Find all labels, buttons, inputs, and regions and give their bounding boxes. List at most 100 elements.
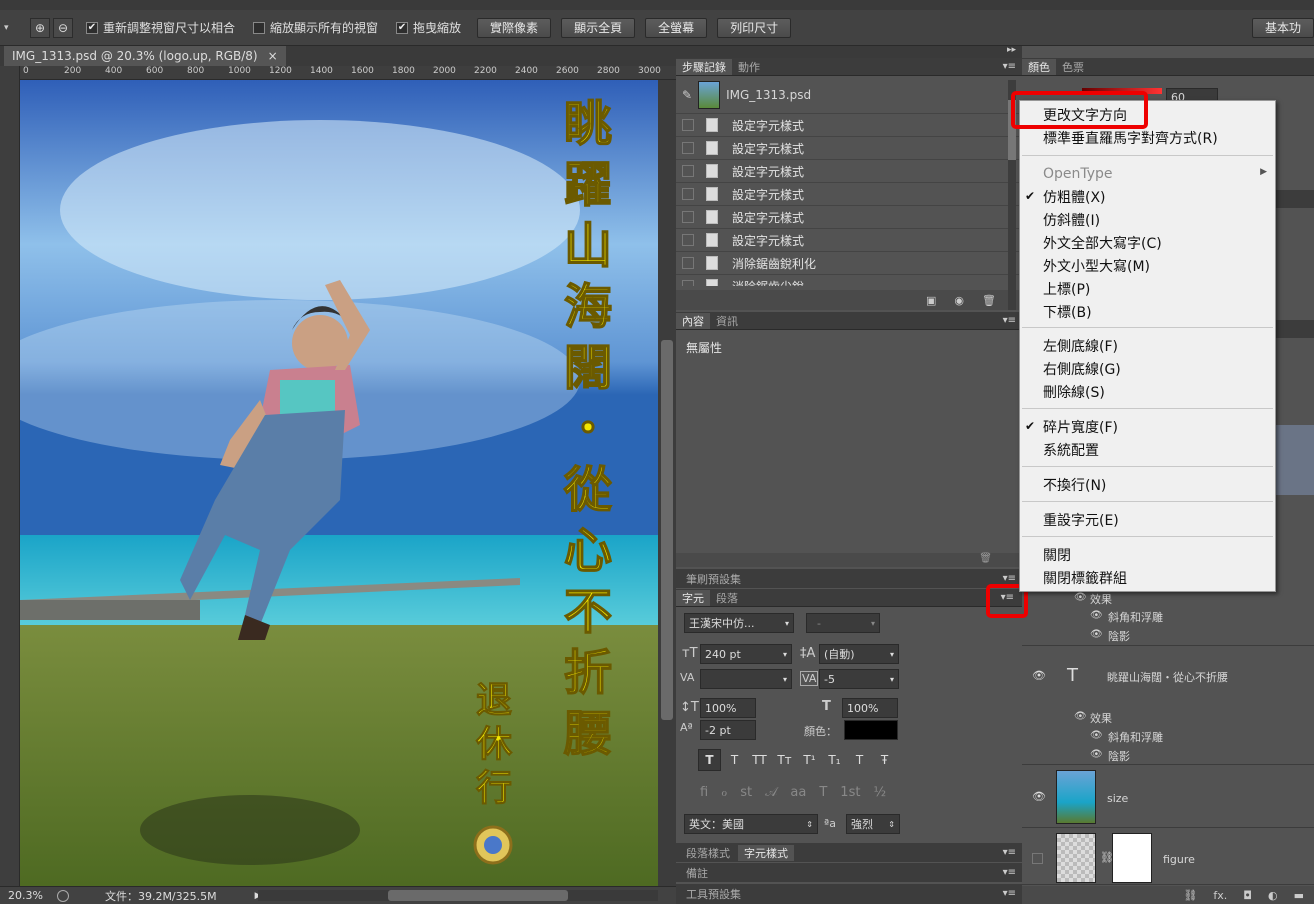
history-item[interactable]: 設定字元樣式 — [676, 229, 1022, 252]
history-item[interactable]: 消除鋸齒銳利化 — [676, 252, 1022, 275]
layer-effects-group-1[interactable]: 👁 效果 👁 斜角和浮雕 👁 陰影 — [1022, 590, 1314, 646]
horizontal-scrollbar[interactable] — [258, 890, 658, 901]
titling-icon[interactable]: T — [819, 785, 827, 800]
visibility-box[interactable] — [1032, 853, 1043, 864]
snapshot-source-checkbox[interactable] — [682, 165, 694, 177]
history-item[interactable]: 設定字元樣式 — [676, 206, 1022, 229]
menu-item[interactable]: 右側底線(G) — [1043, 358, 1121, 380]
discretionary-icon[interactable]: st — [740, 785, 752, 800]
tab-actions[interactable]: 動作 — [732, 59, 766, 75]
tool-dropdown[interactable]: ▾ — [4, 23, 18, 33]
menu-item[interactable]: 上標(P) — [1043, 278, 1090, 300]
history-item[interactable]: 消除鋸齒尖銳 — [676, 275, 1022, 286]
zoom-level[interactable]: 20.3% — [8, 889, 43, 902]
stylistic-icon[interactable]: aa — [790, 785, 806, 800]
kerning-field[interactable]: ▾ — [700, 669, 792, 689]
tab-notes[interactable]: 備註 — [680, 865, 714, 881]
menu-item[interactable]: 重設字元(E) — [1043, 509, 1119, 531]
tracking-field[interactable]: -5 ▾ — [819, 669, 899, 689]
status-menu-icon[interactable] — [56, 889, 69, 902]
text-style-button[interactable]: T — [848, 749, 871, 771]
print-size-button[interactable]: 列印尺寸 — [717, 17, 792, 38]
layer-row-figure[interactable]: ⛓ figure — [1022, 829, 1314, 885]
tab-paragraph[interactable]: 段落 — [710, 590, 744, 606]
menu-item[interactable]: 關閉標籤群組 — [1043, 567, 1127, 589]
document-tab[interactable]: IMG_1313.psd @ 20.3% (logo.up, RGB/8) × — [4, 46, 286, 66]
zoom-all-windows-checkbox[interactable]: 縮放顯示所有的視窗 — [253, 19, 378, 36]
tab-tool-presets[interactable]: 工具預設集 — [680, 886, 747, 902]
panel-menu-icon[interactable]: ▾≡ — [1003, 888, 1016, 899]
eye-icon[interactable]: 👁 — [1090, 629, 1103, 640]
new-group-icon[interactable]: ▬ — [1294, 889, 1304, 902]
text-style-button[interactable]: T¹ — [798, 749, 821, 771]
menu-item[interactable]: 外文全部大寫字(C) — [1043, 232, 1162, 254]
snapshot-source-checkbox[interactable] — [682, 188, 694, 200]
contextual-icon[interactable]: ℴ — [721, 785, 727, 800]
font-size-field[interactable]: 240 pt ▾ — [700, 644, 792, 664]
history-item[interactable]: 設定字元樣式 — [676, 160, 1022, 183]
zoom-out-icon[interactable]: ⊖ — [53, 17, 73, 38]
menu-item[interactable]: 仿粗體(X) — [1043, 186, 1106, 208]
language-select[interactable]: 英文：美國 ⇕ — [684, 814, 818, 834]
leading-field[interactable]: (自動) ▾ — [819, 644, 899, 664]
history-snapshot[interactable]: ✎ IMG_1313.psd — [676, 76, 1022, 114]
text-style-button[interactable]: TT — [748, 749, 771, 771]
eye-icon[interactable]: 👁 — [1074, 711, 1087, 722]
collapse-icon[interactable]: ▸▸ — [1007, 45, 1016, 55]
panel-menu-icon[interactable]: ▾≡ — [1003, 867, 1016, 878]
history-item[interactable]: 設定字元樣式 — [676, 137, 1022, 160]
eye-icon[interactable]: 👁 — [1074, 592, 1087, 603]
fill-screen-button[interactable]: 全螢幕 — [645, 17, 708, 38]
tab-history[interactable]: 步驟記錄 — [676, 59, 732, 75]
snapshot-camera-icon[interactable]: ◉ — [954, 294, 964, 307]
ordinal-icon[interactable]: 1st — [840, 785, 860, 800]
tab-character-styles[interactable]: 字元樣式 — [738, 845, 794, 861]
ligature-icon[interactable]: ﬁ — [700, 785, 708, 800]
layer-row-size[interactable]: 👁 size — [1022, 766, 1314, 828]
tab-info[interactable]: 資訊 — [710, 313, 744, 329]
text-color-swatch[interactable] — [844, 720, 898, 740]
history-item[interactable]: 設定字元樣式 — [676, 183, 1022, 206]
swash-icon[interactable]: 𝒜 — [765, 785, 777, 800]
snapshot-source-checkbox[interactable] — [682, 142, 694, 154]
panel-menu-icon[interactable]: ▾≡ — [1003, 61, 1016, 72]
menu-item[interactable]: 外文小型大寫(M) — [1043, 255, 1150, 277]
font-style-select[interactable]: - ▾ — [806, 613, 880, 633]
antialias-select[interactable]: 強烈 ⇕ — [846, 814, 900, 834]
tab-paragraph-styles[interactable]: 段落樣式 — [680, 845, 736, 861]
new-document-icon[interactable]: ▣ — [926, 294, 936, 307]
workspace-switcher[interactable]: 基本功 — [1251, 17, 1314, 38]
link-layers-icon[interactable]: ⛓ — [1183, 889, 1197, 902]
menu-item[interactable]: 系統配置 — [1043, 439, 1099, 461]
eye-icon[interactable]: 👁 — [1090, 749, 1103, 760]
menu-item[interactable]: 下標(B) — [1043, 301, 1092, 323]
visibility-eye-icon[interactable]: 👁 — [1032, 790, 1046, 803]
visibility-eye-icon[interactable]: 👁 — [1032, 669, 1046, 682]
tab-color[interactable]: 顏色 — [1022, 59, 1056, 75]
menu-item[interactable]: 關閉 — [1043, 544, 1071, 566]
horizontal-scale-field[interactable]: 100% — [842, 698, 898, 718]
text-style-button[interactable]: T₁ — [823, 749, 846, 771]
hscroll-thumb[interactable] — [388, 890, 568, 901]
trash-icon[interactable]: 🗑 — [982, 294, 996, 307]
menu-item[interactable]: 不換行(N) — [1043, 474, 1106, 496]
add-mask-icon[interactable]: ◘ — [1243, 889, 1252, 902]
menu-item[interactable]: 碎片寬度(F) — [1043, 416, 1118, 438]
layer-row-text[interactable]: 👁 T 眺躍山海闊・從心不折腰 👁 效果 👁 斜角和浮雕 👁 陰影 — [1022, 647, 1314, 765]
vertical-scale-field[interactable]: 100% — [700, 698, 756, 718]
adjustment-icon[interactable]: ◐ — [1268, 889, 1278, 902]
panel-menu-icon[interactable]: ▾≡ — [1003, 847, 1016, 858]
snapshot-source-checkbox[interactable] — [682, 280, 694, 286]
history-item[interactable]: 設定字元樣式 — [676, 114, 1022, 137]
tab-swatches[interactable]: 色票 — [1056, 59, 1090, 75]
zoom-in-icon[interactable]: ⊕ — [30, 17, 50, 38]
eye-icon[interactable]: 👁 — [1090, 610, 1103, 621]
menu-item[interactable]: 左側底線(F) — [1043, 335, 1118, 357]
snapshot-source-checkbox[interactable] — [682, 234, 694, 246]
text-style-button[interactable]: Ŧ — [873, 749, 896, 771]
font-family-select[interactable]: 王漢宋中仿... ▾ — [684, 613, 794, 633]
tab-character[interactable]: 字元 — [676, 590, 710, 606]
panel-menu-icon[interactable]: ▾≡ — [1003, 315, 1016, 326]
scroll-thumb[interactable] — [661, 340, 673, 720]
text-style-button[interactable]: Tт — [773, 749, 796, 771]
